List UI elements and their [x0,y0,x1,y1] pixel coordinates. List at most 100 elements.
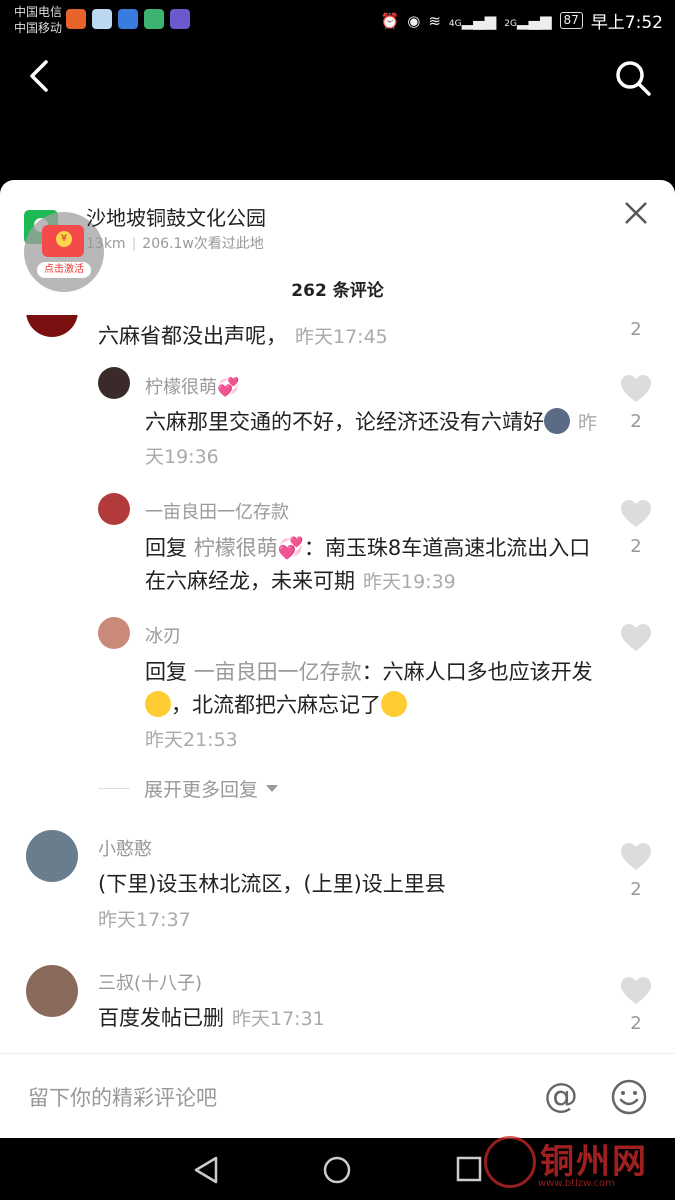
like-count: 2 [630,536,642,557]
comment-time: 昨天17:31 [232,1008,325,1030]
close-button[interactable] [623,200,649,226]
avatar[interactable] [26,315,78,337]
circle-home-icon [323,1156,351,1184]
alarm-icon: ⏰ [380,11,400,30]
view-count: 206.1w次看过此地 [142,236,264,252]
comment-input[interactable]: 留下你的精彩评论吧 [28,1082,217,1112]
comment-sheet: ¥ 点击激活 沙地坡铜鼓文化公园 13km | 206.1w次看过此地 262 条评… [0,180,675,1138]
avatar[interactable] [98,617,130,649]
caret-down-icon [266,785,279,792]
like-button[interactable]: 2 [620,375,652,432]
comment-body: 六麻省都没出声呢， [98,324,287,348]
watermark-url: www.btlzw.com [538,1178,615,1189]
like-button[interactable]: 2 [620,500,652,557]
grin-emoji-icon [145,691,171,717]
search-icon [616,61,651,96]
mention-button[interactable]: @ [544,1077,578,1115]
commenter-name[interactable]: 一亩良田一亿存款 [145,498,289,524]
carrier-info: 中国电信 中国移动 [14,4,62,36]
heart-icon [621,843,651,870]
location-header: ¥ 点击激活 沙地坡铜鼓文化公园 13km | 206.1w次看过此地 262 条评… [0,180,675,315]
back-button[interactable] [20,56,60,96]
dog-emoji-icon [544,408,570,434]
reply-prefix: 回复 [145,660,194,684]
nav-home-button[interactable] [322,1155,352,1189]
reply-target[interactable]: 柠檬很萌💞 [194,536,304,560]
heart-icon [621,624,651,651]
signal-2g-label: 2G [504,18,517,29]
reply-prefix: 回复 [145,536,194,560]
signal-4g-icon: 4G▂▄▆ [448,11,497,30]
like-count: 2 [630,879,642,900]
location-title[interactable]: 沙地坡铜鼓文化公园 [86,202,266,231]
comment-text: 百度发帖已删 昨天17:31 [98,1002,598,1036]
carrier-1: 中国电信 [14,5,63,19]
comment-time: 昨天17:37 [98,909,191,931]
watermark-text: 铜州网 [540,1142,648,1182]
commenter-name[interactable]: 柠檬很萌💞 [145,373,239,399]
emoji-button[interactable] [610,1078,648,1116]
battery-icon: 87 [559,12,583,29]
comment-text: 回复 柠檬很萌💞：南玉珠8车道高速北流出入口在六麻经龙，未来可期 昨天19:39 [145,532,605,599]
comment-text: 六麻那里交通的不好，论经济还没有六靖好 昨天19:36 [145,406,605,474]
comment-body: 六麻那里交通的不好，论经济还没有六靖好 [145,410,544,434]
app-notification-icon [118,9,138,29]
signal-4g-label: 4G [448,18,462,29]
app-notification-icon [144,9,164,29]
yuan-symbol: ¥ [56,231,72,247]
app-notification-icon [92,9,112,29]
comment-text: 回复 一亩良田一亿存款：六麻人口多也应该开发 ，北流都把六麻忘记了 [145,656,605,722]
like-button[interactable] [620,624,652,652]
heart-icon [621,977,651,1004]
laugh-cry-emoji-icon [381,691,407,717]
app-notification-icon [66,9,86,29]
notification-icons [66,9,190,29]
red-envelope-icon: ¥ [42,225,84,257]
reply-target[interactable]: 一亩良田一亿存款 [194,660,362,684]
comment-time: 昨天17:45 [295,326,388,348]
expand-replies-label: 展开更多回复 [144,779,259,801]
site-watermark: 铜州网 www.btlzw.com [478,1128,668,1196]
heart-icon [621,375,651,402]
comment-input-bar: 留下你的精彩评论吧 @ [0,1053,675,1138]
eye-icon: ◉ [407,11,421,30]
commenter-name[interactable]: 三叔(十八子) [98,969,202,995]
like-count: 2 [630,411,642,432]
like-button[interactable]: 2 [620,977,652,1034]
comment-time: 昨天19:39 [363,571,456,593]
comment-time: 昨天21:53 [145,729,238,751]
comment-body: ：六麻人口多也应该开发 [361,660,593,684]
comment-body-cont: ，北流都把六麻忘记了 [171,693,381,717]
signal-2g-icon: 2G▂▄▆ [504,11,552,30]
search-button[interactable] [613,58,653,98]
status-bar: 中国电信 中国移动 ⏰ ◉ ≋ 4G▂▄▆ 2G▂▄▆ 87 早上7:52 [0,0,675,40]
commenter-name[interactable]: 小憨憨 [98,835,152,861]
like-count: 2 [630,319,642,340]
avatar[interactable] [98,493,130,525]
location-subtitle: 13km | 206.1w次看过此地 [86,233,264,253]
avatar[interactable] [26,965,78,1017]
like-button[interactable]: 2 [620,315,652,340]
emoji-icon [611,1079,647,1115]
watermark-seal-icon [484,1136,536,1188]
expand-replies-button[interactable]: 展开更多回复 [98,775,279,802]
like-button[interactable]: 2 [620,843,652,900]
carrier-2: 中国移动 [14,21,63,35]
distance: 13km [86,236,126,252]
wifi-icon: ≋ [428,11,441,30]
comment-list[interactable]: 六麻省都没出声呢， 昨天17:45 2 柠檬很萌💞 六麻那里交通的不好，论经济还没… [0,315,675,1053]
top-nav [0,40,675,180]
status-indicators: ⏰ ◉ ≋ 4G▂▄▆ 2G▂▄▆ 87 早上7:52 [380,8,663,34]
separator: | [131,236,137,252]
comment-count: 262 条评论 [291,281,384,301]
close-icon [625,202,647,224]
like-count: 2 [630,1013,642,1034]
comment-text: (下里)设玉林北流区，(上里)设上里县 [98,868,598,901]
avatar[interactable] [26,830,78,882]
commenter-name[interactable]: 冰刃 [145,622,181,648]
heart-icon [621,500,651,527]
comment-body: (下里)设玉林北流区，(上里)设上里县 [98,872,446,896]
avatar[interactable] [98,367,130,399]
app-notification-icon [170,9,190,29]
nav-back-button[interactable] [192,1155,220,1189]
